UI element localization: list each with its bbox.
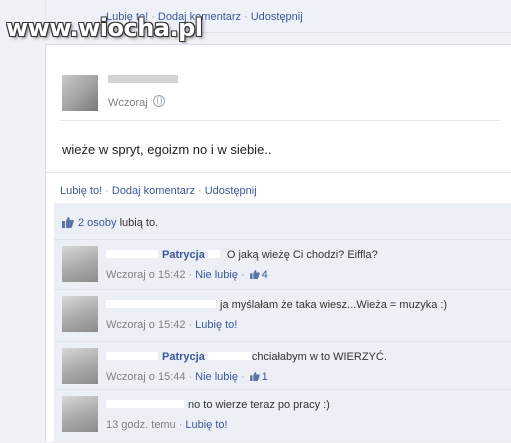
post-card: Wczoraj wieże w spryt, egoizm no i w sie… (45, 44, 511, 442)
like-link[interactable]: Lubię to! (60, 185, 102, 197)
comment-body: no to wierze teraz po pracy :) 13 godz. … (106, 398, 506, 432)
likers-link[interactable]: 2 osoby (78, 217, 117, 229)
timestamp-link[interactable]: Wczoraj (108, 97, 148, 109)
like-link[interactable]: Lubię to! (195, 319, 237, 331)
commenter-avatar[interactable] (62, 396, 98, 432)
watermark: www.wiocha.pl (6, 14, 203, 42)
comment-time[interactable]: Wczoraj o 15:42 (106, 269, 185, 281)
likes-summary: 2 osoby lubią to. (62, 217, 158, 235)
comment-body: ja myślałam że taka wiesz...Wieża = muzy… (106, 298, 506, 332)
commenter-name[interactable]: Patrycja (162, 249, 205, 261)
share-link[interactable]: Udostępnij (251, 11, 303, 23)
unlike-link[interactable]: Nie lubię (195, 269, 238, 281)
comment-body: Patrycja chciałabym w to WIERZYĆ. Wczoraj… (106, 350, 506, 384)
thumbs-up-icon (249, 372, 260, 381)
commenter-avatar[interactable] (62, 296, 98, 332)
comment-text: chciałabym w to WIERZYĆ. (251, 351, 387, 363)
comment: Patrycja chciałabym w to WIERZYĆ. Wczoraj… (54, 341, 511, 390)
feedback-area: 2 osoby lubią to. Patrycja O jaką wieżę … (54, 203, 511, 442)
redacted-name (106, 250, 158, 258)
comment-like-count[interactable]: 4 (262, 269, 268, 281)
comment-meta: 13 godz. temu · Lubię to! (106, 419, 228, 431)
redacted-name (106, 352, 158, 360)
comment-body: Patrycja O jaką wieżę Ci chodzi? Eiffla?… (106, 248, 506, 282)
comment-text: ja myślałam że taka wiesz...Wieża = muzy… (220, 299, 448, 311)
comment-time[interactable]: Wczoraj o 15:42 (106, 319, 185, 331)
globe-icon (152, 95, 165, 107)
post-text: wieże w spryt, egoizm no i w siebie.. (62, 142, 272, 157)
comment: ja myślałam że taka wiesz...Wieża = muzy… (54, 289, 511, 342)
comment: Patrycja O jaką wieżę Ci chodzi? Eiffla?… (54, 239, 511, 290)
comment-meta: Wczoraj o 15:42 · Nie lubię · 4 (106, 269, 268, 281)
comment-time[interactable]: Wczoraj o 15:44 (106, 371, 185, 383)
redacted-name (106, 300, 216, 308)
author-name-redacted (108, 75, 178, 83)
commenter-name[interactable]: Patrycja (162, 351, 205, 363)
redacted-name (207, 352, 252, 360)
like-link[interactable]: Lubię to! (185, 419, 227, 431)
share-link[interactable]: Udostępnij (205, 185, 257, 197)
comment-like-count[interactable]: 1 (262, 371, 268, 383)
comment: no to wierze teraz po pracy :) 13 godz. … (54, 389, 511, 443)
post-actions: Lubię to! · Dodaj komentarz · Udostępnij (60, 185, 257, 197)
comment-meta: Wczoraj o 15:42 · Lubię to! (106, 319, 238, 331)
comment-meta: Wczoraj o 15:44 · Nie lubię · 1 (106, 371, 268, 383)
author-avatar[interactable] (62, 75, 98, 111)
commenter-avatar[interactable] (62, 348, 98, 384)
comment-text: no to wierze teraz po pracy :) (188, 399, 330, 411)
divider (46, 172, 511, 173)
thumbs-up-icon (249, 270, 260, 279)
divider (60, 120, 500, 121)
post-timestamp: Wczoraj (108, 95, 165, 109)
comment-text: O jaką wieżę Ci chodzi? Eiffla? (226, 249, 378, 261)
redacted-name (106, 400, 184, 408)
unlike-link[interactable]: Nie lubię (195, 371, 238, 383)
likes-suffix: lubią to. (119, 217, 159, 229)
commenter-avatar[interactable] (62, 246, 98, 282)
redacted-name (207, 250, 220, 258)
thumbs-up-icon (62, 217, 74, 228)
add-comment-link[interactable]: Dodaj komentarz (112, 185, 195, 197)
comment-time[interactable]: 13 godz. temu (106, 419, 176, 431)
